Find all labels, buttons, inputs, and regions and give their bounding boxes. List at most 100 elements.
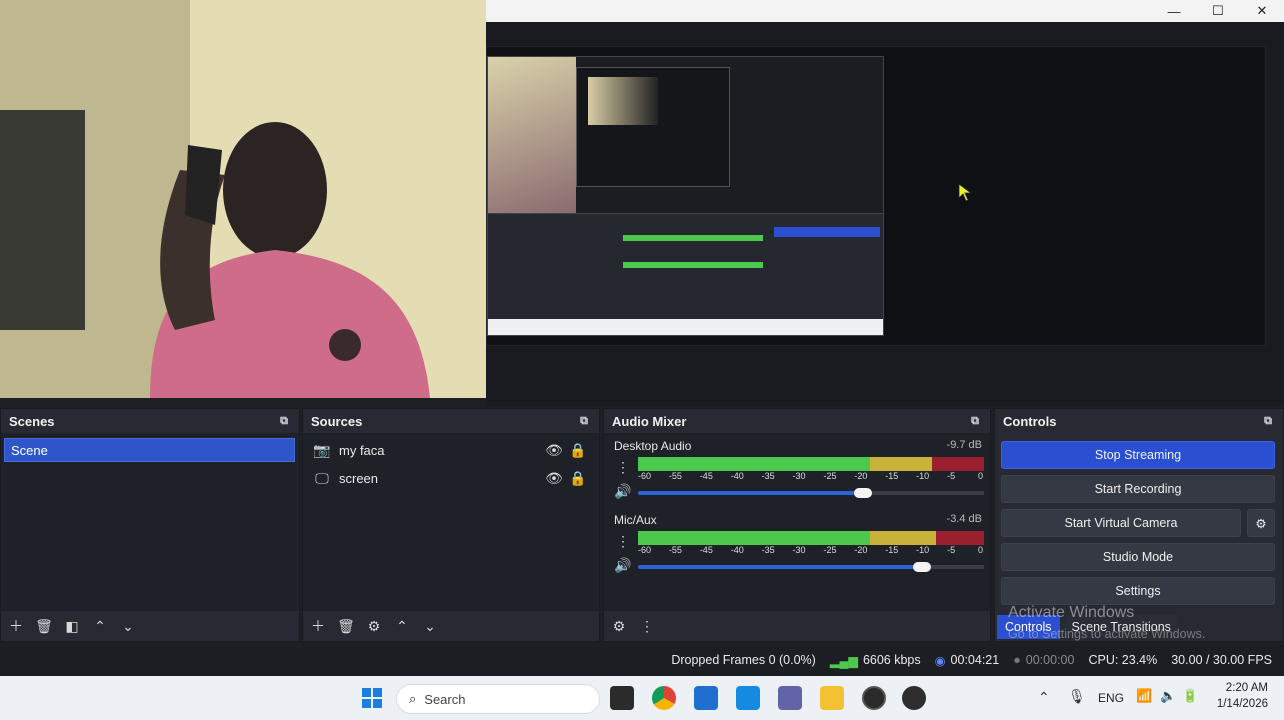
- virtual-camera-settings-gear-icon[interactable]: ⚙: [1247, 509, 1275, 537]
- source-item[interactable]: 📷 my faca 👁 🔒: [303, 436, 599, 464]
- scene-item[interactable]: Scene: [4, 438, 295, 462]
- meter-tick-label: -5: [947, 545, 956, 555]
- studio-mode-button[interactable]: Studio Mode: [1001, 543, 1275, 571]
- lock-icon[interactable]: 🔒: [569, 442, 587, 459]
- close-button[interactable]: ✕: [1240, 0, 1284, 22]
- meter-tick-label: -30: [792, 471, 806, 481]
- status-bar: Dropped Frames 0 (0.0%) ▂▄▆ 6606 kbps ◉ …: [0, 644, 1284, 676]
- add-scene-icon[interactable]: ＋: [7, 616, 25, 636]
- scenes-list: Scene: [1, 433, 299, 611]
- fps-readout: 30.00 / 30.00 FPS: [1171, 653, 1272, 667]
- record-icon: ●: [1013, 653, 1021, 667]
- wifi-icon[interactable]: 📶: [1136, 688, 1152, 704]
- stream-icon: ◉: [934, 653, 946, 668]
- advanced-audio-gear-icon[interactable]: ⚙: [610, 618, 628, 635]
- undock-icon[interactable]: ⧉: [1259, 415, 1277, 428]
- sources-list: 📷 my faca 👁 🔒 🖵 screen 👁 🔒: [303, 433, 599, 611]
- sources-dock: Sources ⧉ 📷 my faca 👁 🔒 🖵 screen 👁 🔒 ＋ 🗑…: [302, 408, 600, 642]
- remove-scene-icon[interactable]: 🗑: [35, 618, 53, 635]
- sources-title: Sources: [311, 413, 363, 429]
- screen-capture-preview: [487, 56, 884, 336]
- obs-app-icon[interactable]: [862, 686, 886, 710]
- remove-source-icon[interactable]: 🗑: [337, 618, 355, 635]
- meter-tick-label: -10: [916, 471, 930, 481]
- undock-icon[interactable]: ⧉: [966, 415, 984, 428]
- meter-tick-label: -5: [947, 471, 956, 481]
- undock-icon[interactable]: ⧉: [575, 415, 593, 428]
- source-label: screen: [339, 470, 379, 486]
- scenes-toolbar: ＋ 🗑 ◧ ⌃ ⌄: [1, 611, 299, 641]
- activate-windows-watermark: Activate Windows: [1008, 604, 1135, 621]
- start-virtual-camera-button[interactable]: Start Virtual Camera: [1001, 509, 1241, 537]
- minimize-button[interactable]: —: [1152, 0, 1196, 22]
- windows-taskbar: ⌕ Search ⌃ 🎙 ENG 📶 🔈 🔋 2:20 AM 1/14/2026: [0, 676, 1284, 720]
- meter-tick-label: -10: [916, 545, 930, 555]
- search-placeholder: Search: [424, 691, 466, 707]
- taskbar-search-box[interactable]: ⌕ Search: [396, 684, 600, 714]
- move-up-icon[interactable]: ⌃: [91, 618, 109, 635]
- source-properties-gear-icon[interactable]: ⚙: [365, 618, 383, 635]
- outlook-icon[interactable]: [736, 686, 760, 710]
- audio-mixer-dock: Audio Mixer ⧉ Desktop Audio -9.7 dB ⋮ -6…: [603, 408, 991, 642]
- meter-tick-label: -35: [761, 471, 775, 481]
- stop-streaming-button[interactable]: Stop Streaming: [1001, 441, 1275, 469]
- move-down-icon[interactable]: ⌄: [119, 618, 137, 635]
- speaker-icon[interactable]: 🔊: [614, 557, 632, 574]
- scenes-dock: Scenes ⧉ Scene ＋ 🗑 ◧ ⌃ ⌄: [0, 408, 300, 642]
- channel-name: Desktop Audio: [614, 439, 692, 453]
- volume-slider[interactable]: [638, 488, 984, 498]
- channel-menu-icon[interactable]: ⋮: [614, 459, 632, 476]
- windows-start-icon[interactable]: [360, 686, 384, 710]
- level-meter: [638, 531, 984, 545]
- volume-icon[interactable]: 🔈: [1160, 688, 1176, 704]
- meter-tick-label: -60: [638, 471, 652, 481]
- maximize-button[interactable]: ☐: [1196, 0, 1240, 22]
- language-indicator[interactable]: ENG: [1098, 691, 1124, 705]
- cursor-icon: [958, 183, 973, 202]
- undock-icon[interactable]: ⧉: [275, 415, 293, 428]
- scene-filters-icon[interactable]: ◧: [63, 618, 81, 635]
- store-app-icon[interactable]: [694, 686, 718, 710]
- channel-db: -9.7 dB: [946, 439, 982, 451]
- meter-tick-label: -15: [885, 545, 899, 555]
- signal-bars-icon: ▂▄▆: [829, 653, 858, 668]
- start-recording-button[interactable]: Start Recording: [1001, 475, 1275, 503]
- lock-icon[interactable]: 🔒: [569, 470, 587, 487]
- file-explorer-icon[interactable]: [820, 686, 844, 710]
- microphone-icon[interactable]: 🎙: [1068, 688, 1086, 705]
- volume-knob[interactable]: [912, 562, 931, 572]
- meter-tick-label: -40: [730, 471, 744, 481]
- clock-date[interactable]: 1/14/2026: [1210, 698, 1268, 710]
- terminal-app-icon[interactable]: [610, 686, 634, 710]
- chevron-up-icon[interactable]: ⌃: [1038, 689, 1050, 706]
- cpu-usage: CPU: 23.4%: [1088, 653, 1158, 667]
- meter-tick-label: 0: [978, 471, 984, 481]
- obs-title-bar: — ☐ ✕: [486, 0, 1284, 22]
- battery-icon[interactable]: 🔋: [1182, 688, 1198, 704]
- visibility-eye-icon[interactable]: 👁: [545, 470, 563, 487]
- channel-menu-icon[interactable]: ⋮: [614, 533, 632, 550]
- clock-time[interactable]: 2:20 AM: [1218, 682, 1268, 694]
- add-source-icon[interactable]: ＋: [309, 616, 327, 636]
- volume-slider[interactable]: [638, 562, 984, 572]
- mixer-toolbar: ⚙ ⋮: [604, 611, 990, 641]
- visibility-eye-icon[interactable]: 👁: [545, 442, 563, 459]
- speaker-icon[interactable]: 🔊: [614, 483, 632, 500]
- webcam-person-image: [0, 0, 486, 398]
- source-label: my faca: [339, 442, 385, 458]
- chrome-icon[interactable]: [652, 686, 676, 710]
- move-up-icon[interactable]: ⌃: [393, 618, 411, 635]
- teams-icon[interactable]: [778, 686, 802, 710]
- monitor-icon: 🖵: [315, 469, 329, 486]
- move-down-icon[interactable]: ⌄: [421, 618, 439, 635]
- obs-second-icon[interactable]: [902, 686, 926, 710]
- source-item[interactable]: 🖵 screen 👁 🔒: [303, 464, 599, 492]
- volume-knob[interactable]: [853, 488, 872, 498]
- stream-time: 00:04:21: [950, 653, 1000, 667]
- settings-button[interactable]: Settings: [1001, 577, 1275, 605]
- meter-tick-label: -25: [823, 471, 837, 481]
- mixer-menu-icon[interactable]: ⋮: [638, 618, 656, 635]
- meter-tick-label: -45: [699, 545, 713, 555]
- meter-tick-label: -60: [638, 545, 652, 555]
- bitrate: 6606 kbps: [862, 653, 921, 667]
